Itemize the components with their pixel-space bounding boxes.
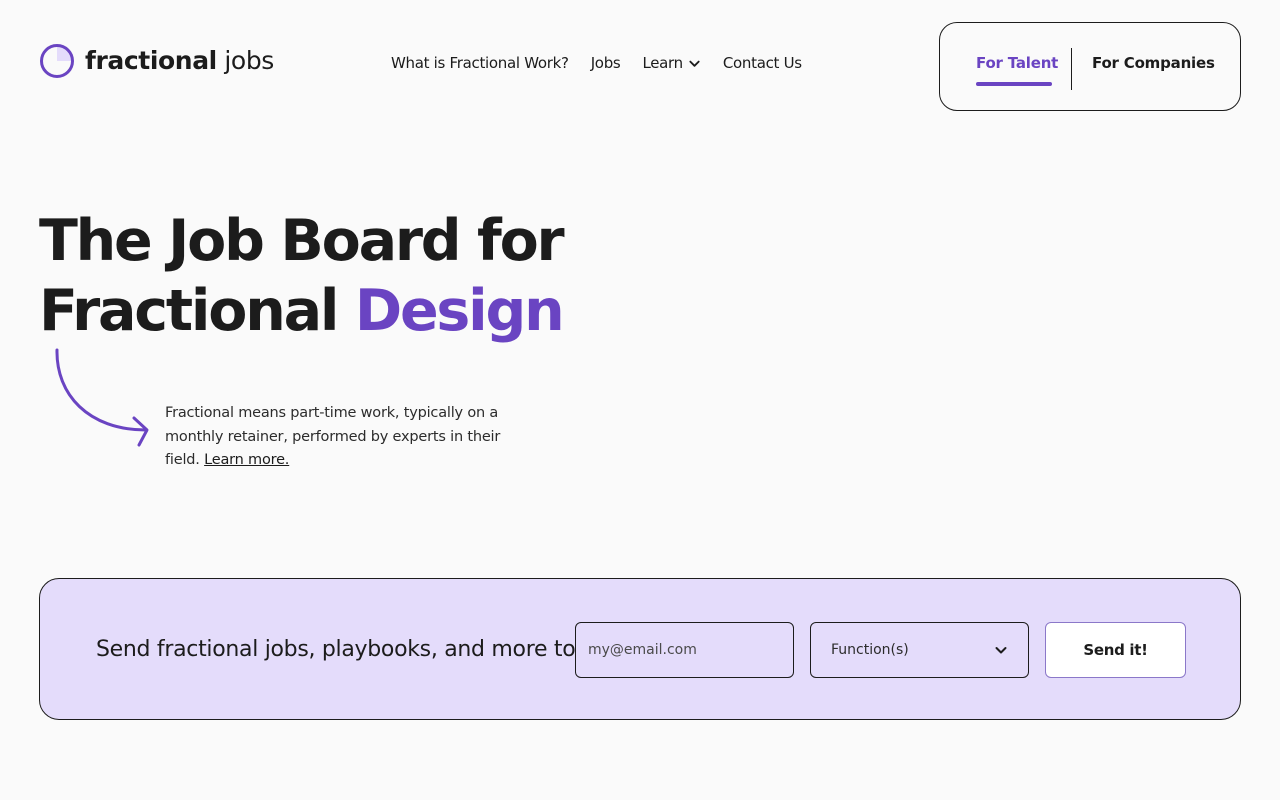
- nav-item-contact-us[interactable]: Contact Us: [723, 54, 802, 72]
- main-nav: What is Fractional Work? Jobs Learn Cont…: [391, 50, 802, 76]
- signup-prompt: Send fractional jobs, playbooks, and mor…: [96, 637, 576, 662]
- curved-arrow-icon: [55, 348, 149, 447]
- audience-divider: [1071, 48, 1072, 90]
- nav-item-learn[interactable]: Learn: [642, 54, 700, 72]
- nav-item-learn-label: Learn: [642, 54, 683, 72]
- hero-description: Fractional means part-time work, typical…: [165, 402, 510, 473]
- page: fractional jobs What is Fractional Work?…: [0, 0, 1280, 800]
- active-tab-indicator: [976, 82, 1052, 86]
- email-field[interactable]: [575, 622, 794, 678]
- hero-title-line2-prefix: Fractional: [39, 278, 355, 344]
- logo-wordmark: fractional jobs: [85, 43, 274, 79]
- function-select[interactable]: Function(s): [810, 622, 1029, 678]
- audience-switcher: For Talent For Companies: [939, 22, 1241, 111]
- learn-more-link[interactable]: Learn more.: [204, 452, 289, 468]
- function-select-label: Function(s): [831, 642, 909, 658]
- logo-link[interactable]: fractional jobs: [39, 43, 274, 79]
- hero-title-line1: The Job Board for: [39, 208, 565, 274]
- logo-wordmark-light: jobs: [216, 46, 274, 75]
- tab-for-talent[interactable]: For Talent: [976, 54, 1058, 72]
- send-it-button[interactable]: Send it!: [1045, 622, 1186, 678]
- newsletter-signup: Send fractional jobs, playbooks, and mor…: [39, 578, 1241, 720]
- nav-item-what-is-fractional[interactable]: What is Fractional Work?: [391, 54, 569, 72]
- logo-wordmark-bold: fractional: [85, 46, 217, 75]
- chevron-down-icon: [689, 60, 700, 67]
- hero-title-accent: Design: [354, 278, 565, 344]
- hero-title: The Job Board for Fractional Design: [39, 206, 565, 346]
- tab-for-companies[interactable]: For Companies: [1092, 54, 1215, 72]
- chevron-down-icon: [995, 647, 1007, 654]
- nav-item-jobs[interactable]: Jobs: [591, 54, 621, 72]
- fractional-circle-icon: [40, 44, 74, 78]
